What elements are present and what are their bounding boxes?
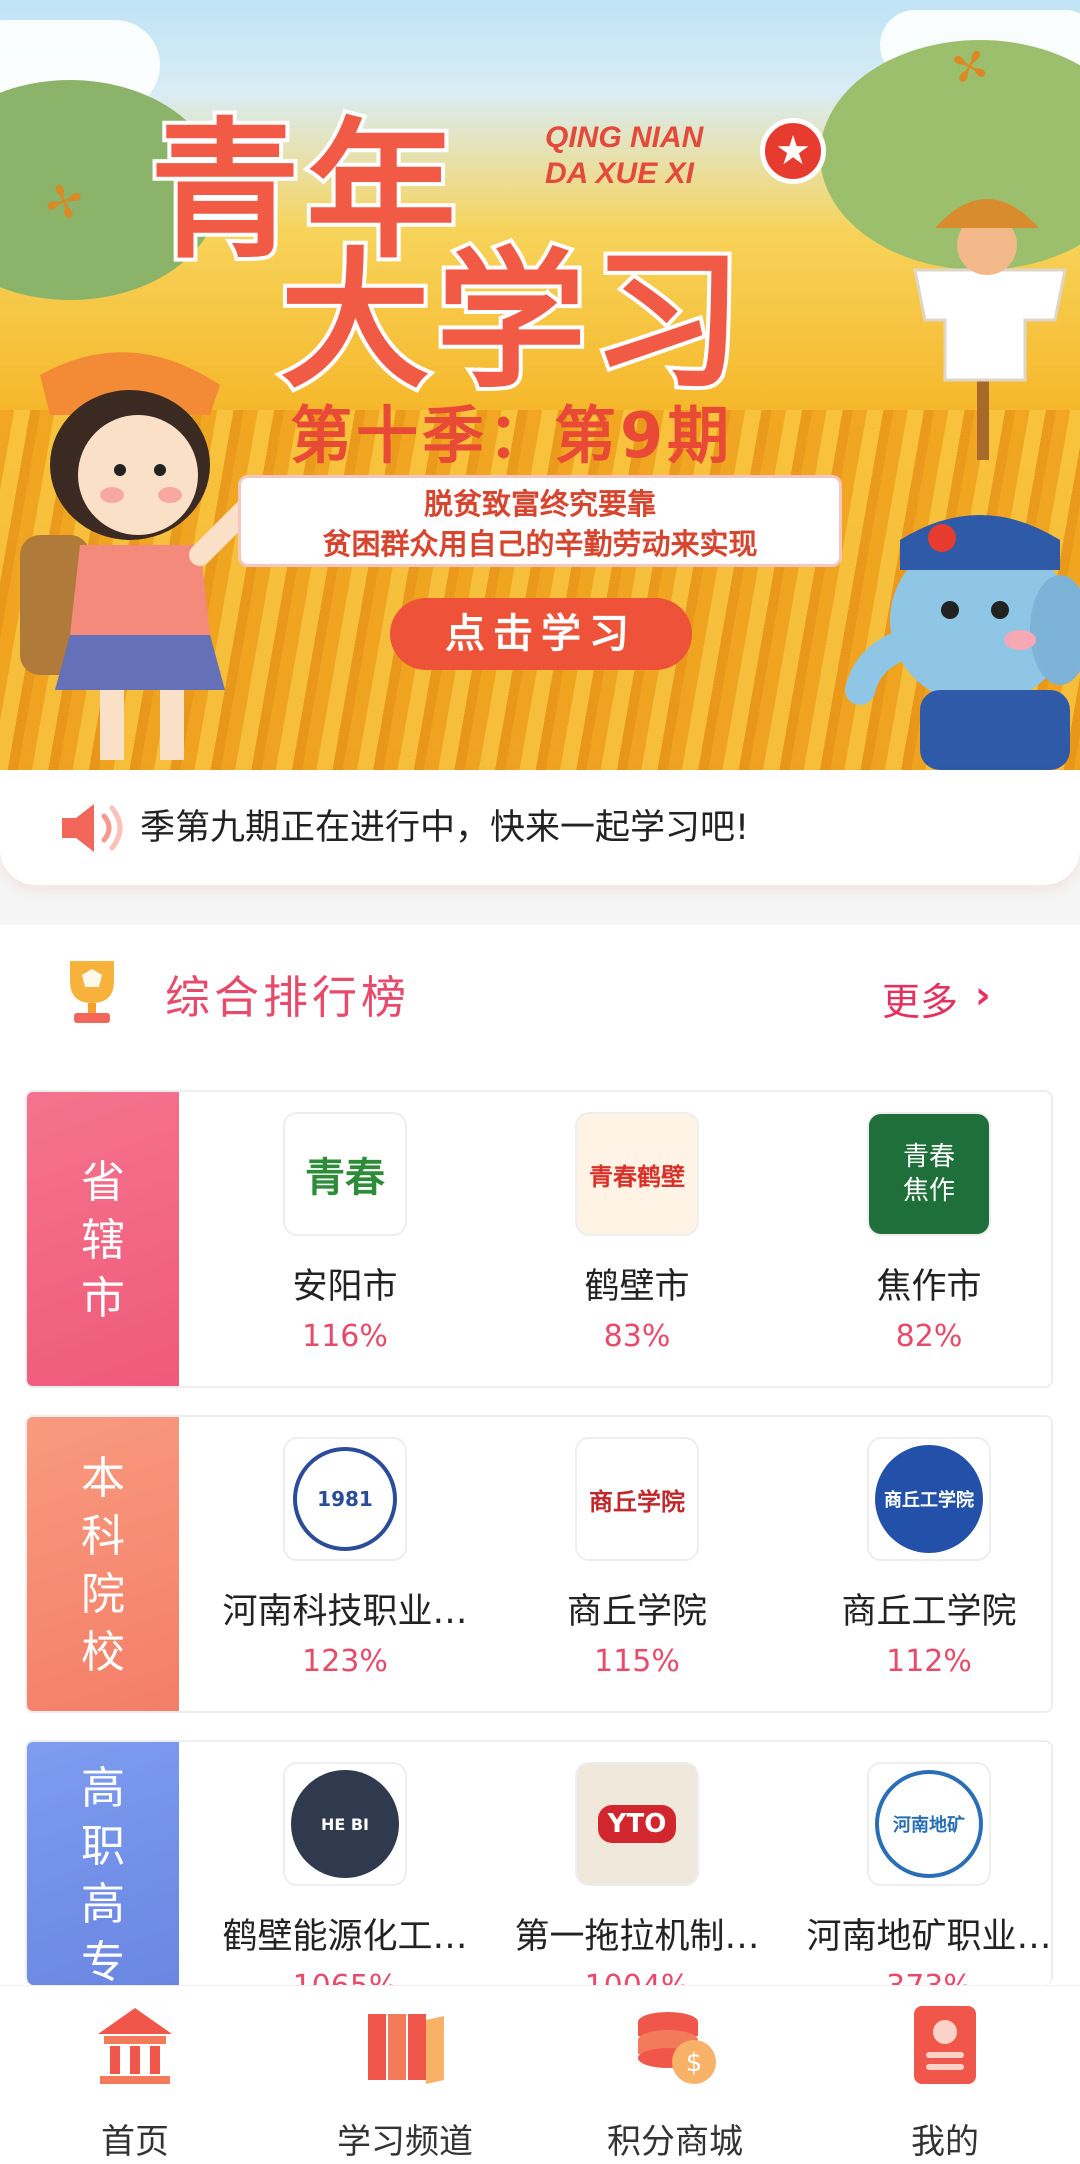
pinyin-line1: QING NIAN xyxy=(545,121,704,154)
rank-item-name: 河南地矿职业… xyxy=(806,1917,1052,1957)
study-banner[interactable]: ✢ ✢ 青年 大学习 QING NIAN DA XUE XI ★ 第十季：第9期… xyxy=(0,0,1080,770)
rank-item-percent: 112% xyxy=(886,1644,972,1679)
henan-sci-tech-logo: 1981 xyxy=(283,1437,407,1561)
tab-char: 职 xyxy=(81,1821,125,1872)
rank-item-name: 商丘工学院 xyxy=(841,1592,1017,1632)
elephant-mascot-illustration xyxy=(845,515,1080,770)
banner-slogan: 脱贫致富终究要靠 贫困群众用自己的辛勤劳动来实现 xyxy=(238,475,842,567)
nav-profile[interactable]: 我的 xyxy=(810,2000,1080,2163)
rank-item-percent: 123% xyxy=(302,1644,388,1679)
nav-points-mall[interactable]: $ 积分商城 xyxy=(540,2000,810,2163)
speaker-icon xyxy=(62,804,123,852)
rank-item-name: 商丘学院 xyxy=(566,1592,707,1632)
profile-icon xyxy=(914,2006,976,2084)
books-icon xyxy=(368,2014,444,2084)
ranking-section: 综合排行榜 更多 › 省 辖 市 青春 安阳市 116% 青春鹤壁 鹤壁市 83… xyxy=(0,925,1080,1985)
rank-item-name: 河南科技职业… xyxy=(222,1592,468,1632)
trophy-icon xyxy=(70,961,114,1023)
rank-item-percent: 373% xyxy=(783,1969,1051,1985)
tab-char: 高 xyxy=(81,1879,125,1930)
rank-item[interactable]: 青春 安阳市 116% xyxy=(199,1112,491,1382)
rank-item[interactable]: 1981 河南科技职业… 123% xyxy=(199,1437,491,1707)
rank-item[interactable]: HE BI 鹤壁能源化工… 1065% xyxy=(199,1762,491,1985)
tab-char: 科 xyxy=(81,1511,125,1562)
tab-char: 辖 xyxy=(81,1215,125,1266)
henan-geology-logo: 河南地矿 xyxy=(867,1762,991,1886)
coins-icon: $ xyxy=(638,2012,716,2084)
rank-item-percent: 116% xyxy=(302,1319,388,1354)
notice-text: 季第九期正在进行中，快来一起学习吧! xyxy=(140,808,750,848)
nav-study-channel[interactable]: 学习频道 xyxy=(270,2000,540,2163)
category-undergraduate-colleges: 本 科 院 校 1981 河南科技职业… 123% 商丘学院 商丘学院 115% xyxy=(25,1415,1053,1713)
nav-home[interactable]: 首页 xyxy=(0,2000,270,2163)
logo-text: 1981 xyxy=(317,1487,373,1511)
bottom-nav: 首页 学习频道 $ 积分商城 我的 xyxy=(0,1985,1080,2164)
more-link[interactable]: 更多 xyxy=(882,971,958,1026)
nav-label: 积分商城 xyxy=(607,2122,743,2162)
logo-text: 商丘学院 xyxy=(589,1487,685,1516)
pinyin-line2: DA XUE XI xyxy=(545,157,694,190)
rank-item[interactable]: 商丘工学院 商丘工学院 112% xyxy=(783,1437,1051,1707)
rank-item-percent: 1004% xyxy=(491,1969,783,1985)
category-tab[interactable]: 省 辖 市 xyxy=(27,1092,179,1386)
rank-item[interactable]: 青春鹤壁 鹤壁市 83% xyxy=(491,1112,783,1382)
youth-league-emblem-icon: ★ xyxy=(760,118,826,184)
logo-text: 青春鹤壁 xyxy=(589,1162,685,1191)
banner-pinyin: QING NIAN DA XUE XI xyxy=(545,120,703,192)
ranking-title: 综合排行榜 xyxy=(165,971,411,1024)
rank-item-name: 第一拖拉机制… xyxy=(514,1917,760,1957)
rank-item-name: 鹤壁能源化工… xyxy=(222,1917,468,1957)
slogan-line1: 脱贫致富终究要靠 xyxy=(423,487,656,521)
home-icon xyxy=(98,2008,172,2084)
rank-item-name: 鹤壁市 xyxy=(584,1267,690,1307)
logo-text: 河南地矿 xyxy=(893,1815,965,1836)
yto-logo: YTO xyxy=(575,1762,699,1886)
slogan-line2: 贫困群众用自己的辛勤劳动来实现 xyxy=(322,527,758,561)
tab-char: 专 xyxy=(81,1937,125,1985)
rank-item-name: 安阳市 xyxy=(292,1267,398,1307)
category-provincial-cities: 省 辖 市 青春 安阳市 116% 青春鹤壁 鹤壁市 83% 青春焦作 焦作市 … xyxy=(25,1090,1053,1388)
nav-label: 首页 xyxy=(101,2122,169,2162)
anyang-logo: 青春 xyxy=(283,1112,407,1236)
tab-char: 省 xyxy=(81,1157,125,1208)
rank-item-percent: 1065% xyxy=(199,1969,491,1985)
nav-label: 学习频道 xyxy=(337,2122,473,2162)
logo-text: HE BI xyxy=(320,1814,370,1834)
nav-label: 我的 xyxy=(911,2122,979,2162)
logo-text: 青春 xyxy=(305,1155,385,1201)
shangqiu-institute-tech-logo: 商丘工学院 xyxy=(867,1437,991,1561)
category-tab[interactable]: 高 职 高 专 xyxy=(27,1742,179,1985)
season-label: 第十季：第9期 xyxy=(290,399,734,472)
rank-item[interactable]: 商丘学院 商丘学院 115% xyxy=(491,1437,783,1707)
girl-illustration xyxy=(20,352,240,760)
logo-text: 青春焦作 xyxy=(902,1142,955,1206)
logo-text: YTO xyxy=(597,1805,677,1843)
chevron-right-icon[interactable]: › xyxy=(975,973,991,1017)
rank-item-percent: 82% xyxy=(895,1319,963,1354)
tab-char: 校 xyxy=(81,1627,125,1678)
category-vocational-colleges: 高 职 高 专 HE BI 鹤壁能源化工… 1065% YTO 第一拖拉机制… … xyxy=(25,1740,1053,1985)
rank-item[interactable]: 青春焦作 焦作市 82% xyxy=(783,1112,1051,1382)
hebi-energy-chem-logo: HE BI xyxy=(283,1762,407,1886)
logo-text: 商丘工学院 xyxy=(884,1490,974,1511)
rank-item[interactable]: YTO 第一拖拉机制… 1004% xyxy=(491,1762,783,1985)
start-study-button[interactable]: 点击学习 xyxy=(390,598,692,670)
tab-char: 本 xyxy=(81,1453,125,1504)
jiaozuo-logo: 青春焦作 xyxy=(867,1112,991,1236)
banner-title: 青年 大学习 xyxy=(146,70,910,413)
svg-text:$: $ xyxy=(686,2048,703,2078)
rank-item-percent: 115% xyxy=(594,1644,680,1679)
scarecrow-illustration xyxy=(913,199,1067,460)
tab-char: 高 xyxy=(81,1763,125,1814)
notice-bar[interactable]: 季第九期正在进行中，快来一起学习吧! xyxy=(0,770,1080,885)
tab-char: 院 xyxy=(81,1569,125,1620)
category-tab[interactable]: 本 科 院 校 xyxy=(27,1417,179,1711)
rank-item-percent: 83% xyxy=(603,1319,671,1354)
hebi-logo: 青春鹤壁 xyxy=(575,1112,699,1236)
rank-item[interactable]: 河南地矿 河南地矿职业… 373% xyxy=(783,1762,1052,1985)
rank-item-name: 焦作市 xyxy=(876,1267,982,1307)
shangqiu-college-logo: 商丘学院 xyxy=(575,1437,699,1561)
tab-char: 市 xyxy=(81,1273,125,1324)
